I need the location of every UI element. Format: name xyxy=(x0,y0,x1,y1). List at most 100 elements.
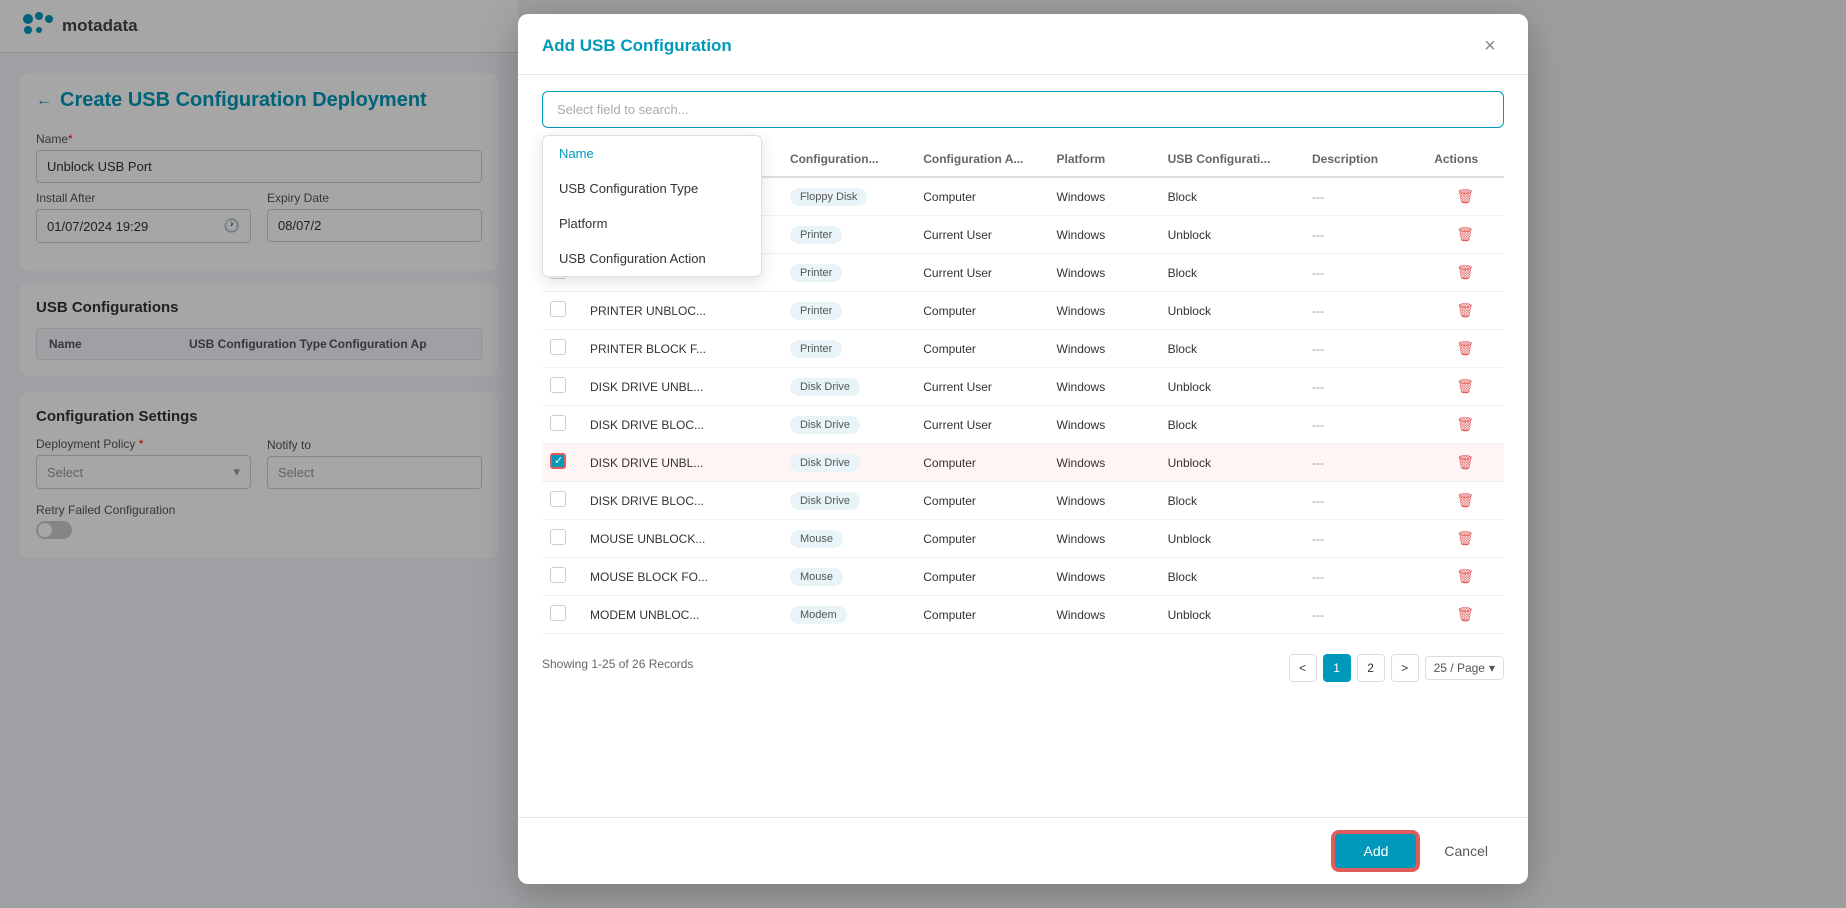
row-config-type: Floppy Disk xyxy=(782,177,915,216)
row-usb-config: Block xyxy=(1160,482,1304,520)
pagination: < 1 2 > 25 / Page ▾ xyxy=(1289,642,1504,686)
row-config-action: Computer xyxy=(915,558,1048,596)
row-description: --- xyxy=(1304,216,1426,254)
row-actions: 🗑 xyxy=(1426,444,1504,482)
delete-button[interactable]: 🗑 xyxy=(1434,454,1496,471)
row-config-type: Printer xyxy=(782,330,915,368)
page-1-button[interactable]: 1 xyxy=(1323,654,1351,682)
row-actions: 🗑 xyxy=(1426,406,1504,444)
modal-footer: Add Cancel xyxy=(518,817,1528,884)
row-platform: Windows xyxy=(1049,482,1160,520)
row-checkbox[interactable] xyxy=(550,529,566,545)
row-platform: Windows xyxy=(1049,558,1160,596)
th-platform: Platform xyxy=(1049,142,1160,177)
table-row: PRINTER BLOCK F...PrinterComputerWindows… xyxy=(542,330,1504,368)
row-description: --- xyxy=(1304,444,1426,482)
row-checkbox-cell xyxy=(542,406,582,444)
dropdown-item-platform[interactable]: Platform xyxy=(543,206,761,241)
prev-page-button[interactable]: < xyxy=(1289,654,1317,682)
row-config-type: Disk Drive xyxy=(782,444,915,482)
row-config-type: Modem xyxy=(782,596,915,634)
row-usb-config: Unblock xyxy=(1160,292,1304,330)
row-actions: 🗑 xyxy=(1426,177,1504,216)
row-config-type: Disk Drive xyxy=(782,368,915,406)
th-description: Description xyxy=(1304,142,1426,177)
row-config-action: Computer xyxy=(915,520,1048,558)
row-actions: 🗑 xyxy=(1426,330,1504,368)
add-usb-config-modal: Add USB Configuration × Name USB Configu… xyxy=(518,14,1528,884)
row-checkbox-cell xyxy=(542,558,582,596)
table-row: MOUSE BLOCK FO...MouseComputerWindowsBlo… xyxy=(542,558,1504,596)
delete-button[interactable]: 🗑 xyxy=(1434,226,1496,243)
row-name: MOUSE BLOCK FO... xyxy=(582,558,782,596)
table-row: DISK DRIVE BLOC...Disk DriveComputerWind… xyxy=(542,482,1504,520)
delete-button[interactable]: 🗑 xyxy=(1434,188,1496,205)
row-config-action: Computer xyxy=(915,596,1048,634)
row-usb-config: Unblock xyxy=(1160,444,1304,482)
dropdown-item-usb-action[interactable]: USB Configuration Action xyxy=(543,241,761,276)
row-config-action: Computer xyxy=(915,330,1048,368)
row-usb-config: Unblock xyxy=(1160,596,1304,634)
row-name: PRINTER BLOCK F... xyxy=(582,330,782,368)
delete-button[interactable]: 🗑 xyxy=(1434,568,1496,585)
row-checkbox[interactable] xyxy=(550,491,566,507)
row-checkbox[interactable] xyxy=(550,453,566,469)
row-checkbox[interactable] xyxy=(550,605,566,621)
delete-button[interactable]: 🗑 xyxy=(1434,302,1496,319)
next-page-button[interactable]: > xyxy=(1391,654,1419,682)
row-actions: 🗑 xyxy=(1426,254,1504,292)
row-checkbox[interactable] xyxy=(550,567,566,583)
row-checkbox-cell xyxy=(542,292,582,330)
page-2-button[interactable]: 2 xyxy=(1357,654,1385,682)
row-config-action: Computer xyxy=(915,444,1048,482)
row-usb-config: Unblock xyxy=(1160,368,1304,406)
page-size-selector[interactable]: 25 / Page ▾ xyxy=(1425,656,1504,680)
th-config-type: Configuration... xyxy=(782,142,915,177)
row-config-action: Current User xyxy=(915,368,1048,406)
row-usb-config: Unblock xyxy=(1160,216,1304,254)
delete-button[interactable]: 🗑 xyxy=(1434,416,1496,433)
search-container: Name USB Configuration Type Platform USB… xyxy=(542,91,1504,128)
row-config-action: Computer xyxy=(915,177,1048,216)
cancel-button[interactable]: Cancel xyxy=(1428,834,1504,868)
row-actions: 🗑 xyxy=(1426,558,1504,596)
delete-button[interactable]: 🗑 xyxy=(1434,264,1496,281)
delete-button[interactable]: 🗑 xyxy=(1434,340,1496,357)
row-platform: Windows xyxy=(1049,520,1160,558)
delete-button[interactable]: 🗑 xyxy=(1434,378,1496,395)
modal-title: Add USB Configuration xyxy=(542,36,732,56)
row-name: DISK DRIVE UNBL... xyxy=(582,444,782,482)
row-config-type: Disk Drive xyxy=(782,482,915,520)
row-config-action: Current User xyxy=(915,406,1048,444)
row-actions: 🗑 xyxy=(1426,596,1504,634)
search-input[interactable] xyxy=(542,91,1504,128)
table-row: DISK DRIVE BLOC...Disk DriveCurrent User… xyxy=(542,406,1504,444)
delete-button[interactable]: 🗑 xyxy=(1434,530,1496,547)
row-checkbox[interactable] xyxy=(550,415,566,431)
delete-button[interactable]: 🗑 xyxy=(1434,492,1496,509)
row-description: --- xyxy=(1304,558,1426,596)
row-platform: Windows xyxy=(1049,254,1160,292)
row-config-type: Printer xyxy=(782,292,915,330)
row-description: --- xyxy=(1304,596,1426,634)
row-name: DISK DRIVE BLOC... xyxy=(582,406,782,444)
row-platform: Windows xyxy=(1049,596,1160,634)
row-config-type: Printer xyxy=(782,216,915,254)
row-platform: Windows xyxy=(1049,292,1160,330)
dropdown-item-usb-type[interactable]: USB Configuration Type xyxy=(543,171,761,206)
row-actions: 🗑 xyxy=(1426,520,1504,558)
close-button[interactable]: × xyxy=(1476,32,1504,60)
row-checkbox[interactable] xyxy=(550,301,566,317)
add-button[interactable]: Add xyxy=(1333,832,1418,870)
row-checkbox[interactable] xyxy=(550,339,566,355)
row-checkbox-cell xyxy=(542,444,582,482)
table-row: PRINTER UNBLOC...PrinterComputerWindowsU… xyxy=(542,292,1504,330)
row-usb-config: Block xyxy=(1160,558,1304,596)
table-row: MOUSE UNBLOCK...MouseComputerWindowsUnbl… xyxy=(542,520,1504,558)
dropdown-item-name[interactable]: Name xyxy=(543,136,761,171)
delete-button[interactable]: 🗑 xyxy=(1434,606,1496,623)
row-usb-config: Block xyxy=(1160,177,1304,216)
table-row: MODEM UNBLOC...ModemComputerWindowsUnblo… xyxy=(542,596,1504,634)
row-description: --- xyxy=(1304,177,1426,216)
row-checkbox[interactable] xyxy=(550,377,566,393)
